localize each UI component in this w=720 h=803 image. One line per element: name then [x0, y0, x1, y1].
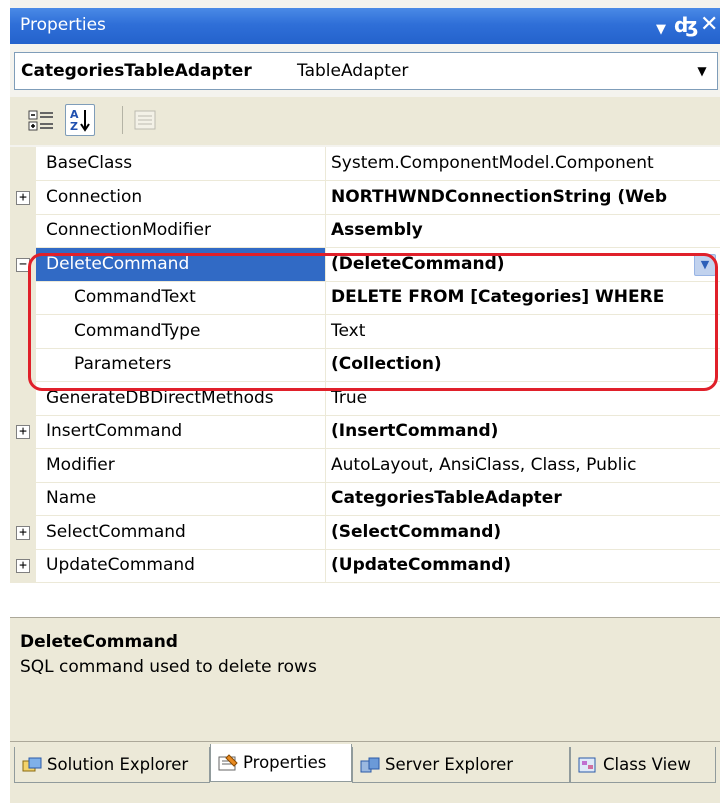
toolbar-separator [122, 106, 123, 134]
property-value[interactable]: (UpdateCommand) [327, 549, 720, 582]
description-text: SQL command used to delete rows [20, 657, 317, 677]
alphabetical-icon[interactable]: A Z [65, 104, 95, 136]
expand-icon[interactable]: + [16, 425, 30, 439]
property-value[interactable]: (SelectCommand) [327, 516, 720, 549]
collapse-icon[interactable]: − [16, 258, 30, 272]
title-bar[interactable]: Properties ▼ ʤ ✕ [10, 8, 720, 44]
property-row[interactable]: CommandText DELETE FROM [Categories] WHER… [10, 281, 720, 315]
description-pane: DeleteCommand SQL command used to delete… [10, 617, 720, 741]
tab-label: Properties [243, 753, 327, 772]
property-pages-icon[interactable] [130, 104, 160, 136]
close-icon[interactable]: ✕ [700, 12, 718, 38]
property-row[interactable]: ConnectionModifier Assembly [10, 214, 720, 248]
tab-properties[interactable]: Properties [210, 744, 352, 782]
property-row[interactable]: CommandType Text [10, 315, 720, 349]
expand-icon[interactable]: + [16, 526, 30, 540]
property-value[interactable]: Text [327, 315, 720, 348]
tab-class-view[interactable]: Class View [570, 747, 716, 783]
solution-explorer-icon [21, 755, 43, 775]
property-row[interactable]: + SelectCommand (SelectCommand) [10, 516, 720, 550]
property-value[interactable]: NORTHWNDConnectionString (Web [327, 181, 720, 214]
description-title: DeleteCommand [20, 632, 178, 652]
tool-window-tabs: Solution Explorer Properties Server Explor… [10, 741, 720, 803]
row-gutter [10, 214, 36, 248]
property-name[interactable]: DeleteCommand [36, 248, 326, 281]
property-name[interactable]: UpdateCommand [36, 549, 326, 582]
property-value[interactable]: (InsertCommand) [327, 415, 720, 448]
row-gutter [10, 449, 36, 483]
row-divider [36, 582, 720, 583]
row-gutter [10, 482, 36, 516]
property-name[interactable]: Parameters [36, 348, 326, 381]
property-name[interactable]: SelectCommand [36, 516, 326, 549]
row-gutter [10, 348, 36, 382]
property-grid: BaseClass System.ComponentModel.Component… [10, 147, 720, 617]
property-name[interactable]: GenerateDBDirectMethods [36, 382, 326, 415]
property-value[interactable]: System.ComponentModel.Component [327, 147, 720, 180]
property-name[interactable]: Modifier [36, 449, 326, 482]
property-name[interactable]: BaseClass [36, 147, 326, 180]
property-row[interactable]: BaseClass System.ComponentModel.Component [10, 147, 720, 181]
expand-icon[interactable]: + [16, 191, 30, 205]
property-row[interactable]: GenerateDBDirectMethods True [10, 382, 720, 416]
property-name[interactable]: ConnectionModifier [36, 214, 326, 247]
property-name[interactable]: Name [36, 482, 326, 515]
property-value[interactable]: (DeleteCommand) [327, 248, 720, 281]
property-value[interactable]: DELETE FROM [Categories] WHERE [327, 281, 720, 314]
property-name[interactable]: InsertCommand [36, 415, 326, 448]
tab-server-explorer[interactable]: Server Explorer [352, 747, 570, 783]
window-position-dropdown-icon[interactable]: ▼ [656, 17, 666, 43]
properties-icon [217, 753, 239, 773]
property-row[interactable]: + UpdateCommand (UpdateCommand) [10, 549, 720, 583]
window-title: Properties [20, 15, 106, 35]
properties-window: Properties ▼ ʤ ✕ CategoriesTableAdapter … [0, 0, 720, 803]
property-value[interactable]: CategoriesTableAdapter [327, 482, 720, 515]
properties-toolbar: A Z [10, 97, 720, 145]
property-name[interactable]: CommandText [36, 281, 326, 314]
property-row[interactable]: − DeleteCommand (DeleteCommand) ▼ [10, 248, 720, 282]
categorized-icon[interactable] [26, 104, 56, 136]
property-value[interactable]: True [327, 382, 720, 415]
tab-label: Class View [603, 755, 691, 774]
object-name: CategoriesTableAdapter [21, 61, 252, 81]
row-gutter [10, 382, 36, 416]
expand-icon[interactable]: + [16, 559, 30, 573]
property-value[interactable]: (Collection) [327, 348, 720, 381]
property-value[interactable]: Assembly [327, 214, 720, 247]
svg-text:Z: Z [70, 120, 78, 133]
auto-hide-pin-icon[interactable]: ʤ [674, 12, 698, 38]
property-row[interactable]: + Connection NORTHWNDConnectionString (Web [10, 181, 720, 215]
property-row[interactable]: Name CategoriesTableAdapter [10, 482, 720, 516]
property-row[interactable]: + InsertCommand (InsertCommand) [10, 415, 720, 449]
row-gutter [10, 147, 36, 181]
tab-label: Server Explorer [385, 755, 514, 774]
property-name[interactable]: Connection [36, 181, 326, 214]
tab-solution-explorer[interactable]: Solution Explorer [14, 747, 210, 783]
property-row[interactable]: Parameters (Collection) [10, 348, 720, 382]
value-dropdown-icon[interactable]: ▼ [694, 254, 716, 276]
object-type: TableAdapter [297, 61, 409, 81]
object-selector-dropdown-icon[interactable]: ▼ [687, 53, 717, 89]
tab-label: Solution Explorer [47, 755, 189, 774]
server-explorer-icon [359, 755, 381, 775]
row-gutter [10, 315, 36, 349]
class-view-icon [577, 755, 599, 775]
object-selector[interactable]: CategoriesTableAdapter TableAdapter ▼ [14, 52, 718, 90]
property-value[interactable]: AutoLayout, AnsiClass, Class, Public [327, 449, 720, 482]
property-name[interactable]: CommandType [36, 315, 326, 348]
window-edge [0, 0, 10, 803]
row-gutter [10, 281, 36, 315]
property-row[interactable]: Modifier AutoLayout, AnsiClass, Class, Pu… [10, 449, 720, 483]
